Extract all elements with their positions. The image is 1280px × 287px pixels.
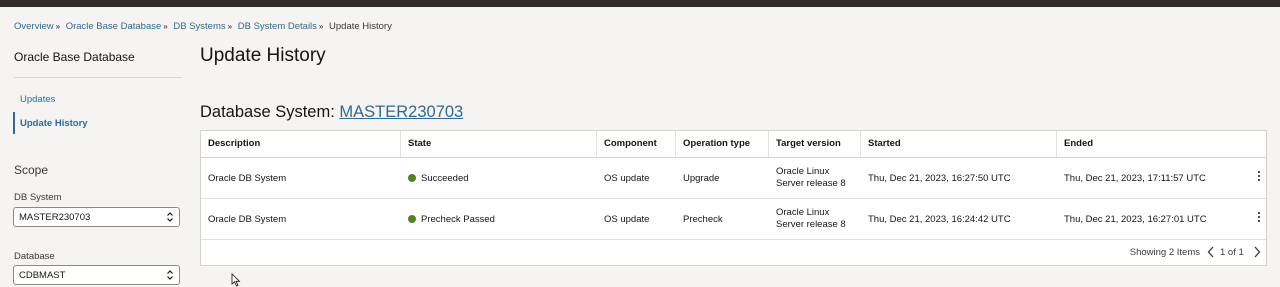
cell-description: Oracle DB System [208, 213, 287, 225]
row-actions-kebab-icon[interactable] [1257, 171, 1261, 185]
column-header-operation-type[interactable]: Operation type [676, 131, 769, 157]
state-label: Precheck Passed [421, 213, 495, 225]
cell-description: Oracle DB System [208, 172, 287, 184]
sidebar-item-updates[interactable]: Updates [20, 94, 55, 105]
column-header-ended[interactable]: Ended [1057, 131, 1266, 157]
cell-target-version: Oracle Linux Server release 8 [769, 158, 861, 198]
chevron-updown-icon [167, 270, 173, 280]
column-header-component[interactable]: Component [597, 131, 676, 157]
breadcrumb-current: Update History [329, 21, 392, 32]
scope-title: Scope [14, 163, 49, 177]
cell-operation-type: Upgrade [683, 172, 720, 184]
column-header-description[interactable]: Description [201, 131, 401, 157]
breadcrumb-db-systems[interactable]: DB Systems [173, 21, 225, 32]
update-history-table: Description State Component Operation ty… [200, 130, 1267, 266]
database-select[interactable]: CDBMAST [13, 265, 180, 285]
table-header: Description State Component Operation ty… [201, 131, 1266, 158]
sidebar-title: Oracle Base Database [14, 50, 135, 64]
active-indicator [13, 112, 15, 134]
page-indicator: 1 of 1 [1220, 247, 1244, 258]
database-value: CDBMAST [19, 270, 66, 281]
table-footer: Showing 2 Items 1 of 1 [201, 239, 1266, 265]
breadcrumb-separator: » [227, 22, 233, 31]
db-system-select[interactable]: MASTER230703 [13, 207, 180, 227]
section-title: Database System: MASTER230703 [200, 103, 463, 122]
cell-ended: Thu, Dec 21, 2023, 17:11:57 UTC [1064, 172, 1206, 184]
cell-state: Precheck Passed [401, 199, 597, 239]
cell-started: Thu, Dec 21, 2023, 16:24:42 UTC [868, 213, 1011, 225]
chevron-right-icon[interactable] [1252, 245, 1262, 259]
db-system-label: DB System [14, 192, 62, 203]
cell-component: OS update [604, 213, 650, 225]
row-actions-kebab-icon[interactable] [1257, 212, 1261, 226]
target-version-line: Server release 8 [776, 178, 846, 189]
breadcrumb-separator: » [163, 22, 168, 31]
page-title: Update History [200, 45, 326, 66]
column-header-target-version[interactable]: Target version [769, 131, 861, 157]
column-header-state[interactable]: State [401, 131, 597, 157]
cell-operation-type: Precheck [683, 213, 723, 225]
breadcrumb-oracle-base-database[interactable]: Oracle Base Database [66, 21, 162, 32]
database-label: Database [14, 251, 55, 262]
target-version-line: Oracle Linux [776, 207, 830, 218]
cell-started: Thu, Dec 21, 2023, 16:27:50 UTC [868, 172, 1011, 184]
cell-state: Succeeded [401, 158, 597, 198]
target-version-line: Oracle Linux [776, 166, 830, 177]
section-title-prefix: Database System: [200, 103, 340, 121]
target-version-line: Server release 8 [776, 219, 846, 230]
cell-target-version: Oracle Linux Server release 8 [769, 199, 861, 239]
pagination: 1 of 1 [1206, 244, 1262, 260]
state-label: Succeeded [421, 172, 469, 184]
cell-ended: Thu, Dec 21, 2023, 16:27:01 UTC [1064, 213, 1207, 225]
table-row: Oracle DB System Precheck Passed OS upda… [201, 199, 1266, 240]
sidebar-divider [14, 77, 182, 78]
item-count: Showing 2 Items [1129, 247, 1200, 258]
db-system-link[interactable]: MASTER230703 [339, 103, 463, 121]
success-status-dot [408, 215, 416, 223]
column-header-started[interactable]: Started [861, 131, 1057, 157]
breadcrumb-db-system-details[interactable]: DB System Details [238, 21, 317, 32]
breadcrumb-separator: » [55, 22, 61, 31]
chevron-left-icon[interactable] [1206, 245, 1216, 259]
breadcrumb: Overview» Oracle Base Database» DB Syste… [14, 21, 392, 32]
table-row: Oracle DB System Succeeded OS update Upg… [201, 158, 1266, 199]
sidebar-item-update-history[interactable]: Update History [13, 112, 182, 134]
top-bar [0, 0, 1280, 7]
sidebar-item-label: Update History [20, 118, 88, 129]
success-status-dot [408, 174, 416, 182]
mouse-cursor-icon [231, 273, 241, 287]
cell-component: OS update [604, 172, 650, 184]
breadcrumb-separator: » [318, 22, 324, 31]
db-system-value: MASTER230703 [19, 212, 91, 223]
chevron-updown-icon [167, 212, 173, 222]
breadcrumb-overview[interactable]: Overview [14, 21, 54, 32]
